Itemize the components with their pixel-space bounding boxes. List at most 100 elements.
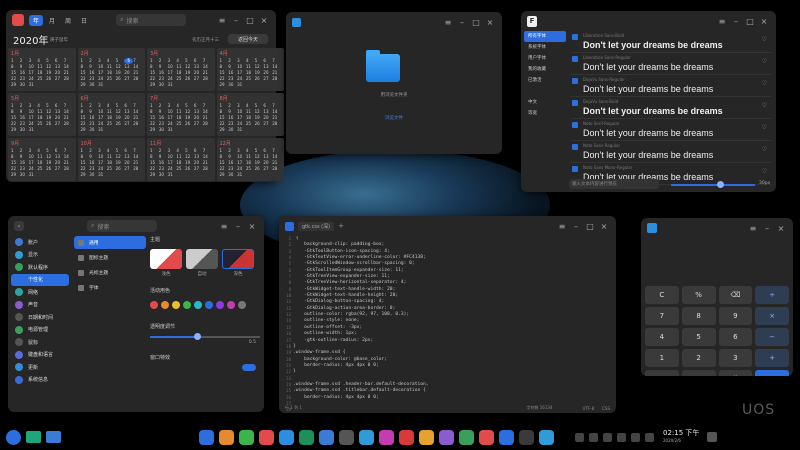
day-cell[interactable]: 28 xyxy=(272,121,281,127)
fonts-nav-item[interactable]: 用户字体 xyxy=(524,53,566,64)
browse-link[interactable]: 浏览文件 xyxy=(286,115,502,121)
day-cell[interactable]: 30 xyxy=(228,172,237,178)
day-cell[interactable]: 25 xyxy=(246,166,255,172)
day-cell[interactable]: 25 xyxy=(37,76,46,82)
font-row[interactable]: Liberation Sans-Bold Don't let your dream… xyxy=(571,31,771,53)
minimize-icon[interactable]: – xyxy=(232,222,244,231)
day-cell[interactable]: 29 xyxy=(220,82,229,88)
day-cell[interactable]: 29 xyxy=(150,172,159,178)
day-cell[interactable]: 30 xyxy=(20,127,29,133)
day-cell[interactable]: 27 xyxy=(55,121,64,127)
month-1[interactable]: 1月 1 2 3 4 5 6 7 8 9 10 11 12 13 14 15 16 17 18 19 20 21 22 23 2… xyxy=(8,48,76,91)
day-cell[interactable]: 29 xyxy=(11,82,20,88)
theme-dark[interactable] xyxy=(222,249,254,269)
day-cell[interactable]: 30 xyxy=(89,82,98,88)
day-cell[interactable]: 26 xyxy=(255,76,264,82)
today-button[interactable]: 返回今天 xyxy=(228,34,268,44)
day-cell[interactable]: 30 xyxy=(228,82,237,88)
month-7[interactable]: 7月 1 2 3 4 5 6 7 8 9 10 11 12 13 14 15 16 17 18 19 20 21 22 23 2… xyxy=(147,93,215,136)
app-icon[interactable] xyxy=(519,429,534,445)
tab-year[interactable]: 年 xyxy=(29,14,44,26)
font-checkbox[interactable] xyxy=(572,122,578,128)
calc-key[interactable]: = xyxy=(755,370,789,376)
theme-light[interactable] xyxy=(150,249,182,269)
day-cell[interactable]: 27 xyxy=(263,166,272,172)
day-cell[interactable]: 27 xyxy=(124,166,133,172)
display-icon[interactable] xyxy=(631,432,640,442)
day-cell[interactable]: 26 xyxy=(46,166,55,172)
fonts-nav-item[interactable]: 等宽 xyxy=(524,108,566,119)
encoding-select[interactable]: UTF-8 xyxy=(582,406,594,411)
day-cell[interactable]: 25 xyxy=(246,76,255,82)
minimize-icon[interactable]: – xyxy=(761,224,773,233)
day-cell[interactable]: 27 xyxy=(194,76,203,82)
calc-key[interactable]: 6 xyxy=(718,328,753,346)
app-icon[interactable] xyxy=(459,429,474,445)
calendar-search-input[interactable]: ⌕ 搜索 xyxy=(116,14,187,26)
day-cell[interactable]: 25 xyxy=(107,121,116,127)
app-icon[interactable] xyxy=(239,429,254,445)
calc-key[interactable]: 2 xyxy=(681,349,716,367)
subnav-item[interactable]: 图标主题 xyxy=(74,251,146,264)
font-row[interactable]: Noto Sans-Regular Don't let your dreams b… xyxy=(571,141,771,163)
font-row[interactable]: DejaVu Sans-Bold Don't let your dreams be… xyxy=(571,97,771,119)
app-icon[interactable] xyxy=(499,429,514,445)
app-icon[interactable] xyxy=(219,429,234,445)
day-cell[interactable]: 25 xyxy=(176,121,185,127)
app-icon[interactable] xyxy=(479,429,494,445)
calc-key[interactable]: () xyxy=(718,370,753,376)
day-cell[interactable]: 30 xyxy=(20,172,29,178)
day-cell[interactable]: 31 xyxy=(168,82,177,88)
sidebar-item[interactable]: 账户 xyxy=(11,236,69,249)
subnav-item[interactable]: 通用 xyxy=(74,236,146,249)
minimize-icon[interactable]: – xyxy=(570,222,582,231)
day-cell[interactable]: 29 xyxy=(11,172,20,178)
day-cell[interactable]: 26 xyxy=(46,121,55,127)
sidebar-item[interactable]: 电源管理 xyxy=(11,324,69,337)
accent-color-swatch[interactable] xyxy=(227,301,235,309)
day-cell[interactable]: 30 xyxy=(159,127,168,133)
day-cell[interactable]: 28 xyxy=(203,76,212,82)
accent-color-swatch[interactable] xyxy=(150,301,158,309)
day-cell[interactable]: 27 xyxy=(55,166,64,172)
day-cell[interactable]: 26 xyxy=(46,76,55,82)
tab-month[interactable]: 月 xyxy=(45,15,59,26)
app-icon[interactable] xyxy=(299,429,314,445)
day-cell[interactable]: 31 xyxy=(168,127,177,133)
app-icon[interactable] xyxy=(419,429,434,445)
month-10[interactable]: 10月 1 2 3 4 5 6 7 8 9 10 11 12 13 14 15 16 17 18 19 20 21 22 23… xyxy=(77,138,145,181)
day-cell[interactable]: 31 xyxy=(98,82,107,88)
calc-key[interactable]: 0 xyxy=(645,370,679,376)
day-cell[interactable]: 27 xyxy=(55,76,64,82)
app-icon[interactable] xyxy=(199,429,214,445)
month-2[interactable]: 2月 1 2 3 4 5 6 7 8 9 10 11 12 13 14 15 16 17 18 19 20 21 22 23 2… xyxy=(77,48,145,91)
day-cell[interactable]: 25 xyxy=(107,166,116,172)
day-cell[interactable]: 26 xyxy=(116,121,125,127)
day-cell[interactable]: 28 xyxy=(203,121,212,127)
heart-icon[interactable]: ♡ xyxy=(762,102,767,109)
day-cell[interactable]: 30 xyxy=(159,172,168,178)
power-icon[interactable] xyxy=(589,432,598,442)
day-cell[interactable]: 26 xyxy=(185,166,194,172)
font-row[interactable]: Noto Serif-Regular Don't let your dreams … xyxy=(571,119,771,141)
calc-key[interactable]: ÷ xyxy=(755,286,789,304)
fonts-nav-item[interactable]: 已激活 xyxy=(524,75,566,86)
day-cell[interactable]: 29 xyxy=(11,127,20,133)
month-6[interactable]: 6月 1 2 3 4 5 6 7 8 9 10 11 12 13 14 15 16 17 18 19 20 21 22 23 2… xyxy=(77,93,145,136)
menu-icon[interactable]: ≡ xyxy=(218,222,230,231)
fonts-nav-item[interactable]: 中文 xyxy=(524,97,566,108)
calc-key[interactable]: − xyxy=(755,328,789,346)
month-3[interactable]: 3月 1 2 3 4 5 6 7 8 9 10 11 12 13 14 15 16 17 18 19 20 21 22 23 2… xyxy=(147,48,215,91)
sidebar-item[interactable]: 显示 xyxy=(11,249,69,262)
calc-key[interactable]: 5 xyxy=(681,328,716,346)
close-icon[interactable]: × xyxy=(246,222,258,231)
font-checkbox[interactable] xyxy=(572,56,578,62)
day-cell[interactable]: 31 xyxy=(29,82,38,88)
day-cell[interactable]: 25 xyxy=(176,166,185,172)
accent-color-swatch[interactable] xyxy=(238,301,246,309)
app-icon[interactable] xyxy=(339,429,354,445)
calc-key[interactable]: % xyxy=(681,286,716,304)
notification-icon[interactable] xyxy=(707,432,718,442)
font-checkbox[interactable] xyxy=(572,166,578,172)
month-8[interactable]: 8月 1 2 3 4 5 6 7 8 9 10 11 12 13 14 15 16 17 18 19 20 21 22 23 2… xyxy=(216,93,284,136)
